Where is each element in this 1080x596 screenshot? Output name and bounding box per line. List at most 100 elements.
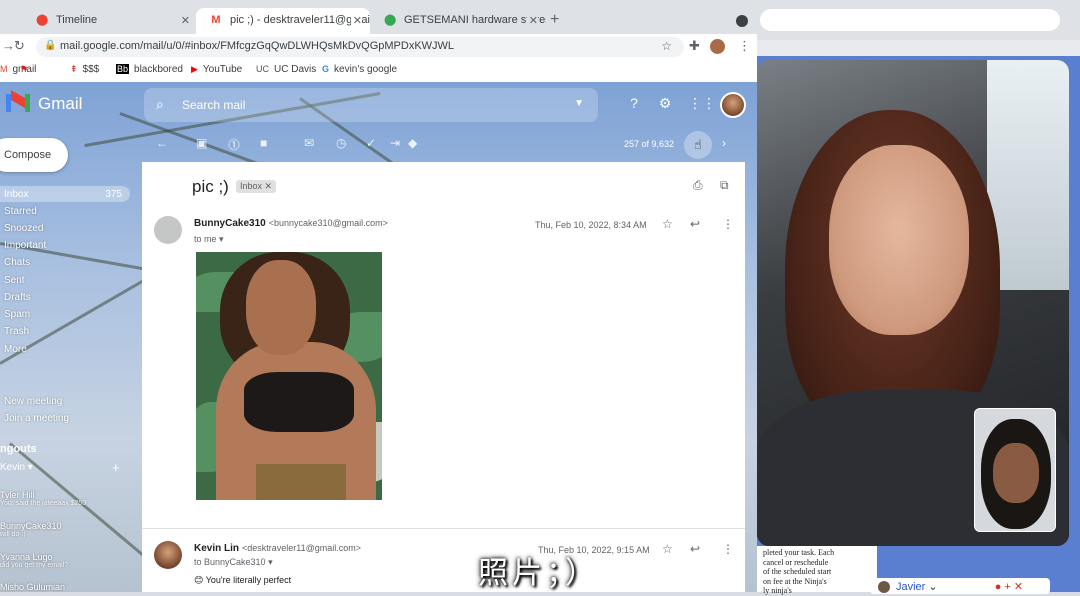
hangouts-contact[interactable]: Misho Gulumian (0, 582, 65, 592)
add-task-icon[interactable]: ✓ (366, 136, 376, 150)
video-call-self-view[interactable] (974, 408, 1056, 532)
add-contact-icon[interactable]: + (112, 460, 120, 475)
gmail-header: Gmail ⌕ Search mail ▼ ? ⚙ ⋮⋮⋮ (0, 82, 757, 126)
video-subtitle: 照片；） (478, 556, 599, 591)
close-icon[interactable]: ✕ (181, 14, 190, 27)
hangouts-contact[interactable]: Yvanna Lugo did you get my email? (0, 552, 68, 569)
window-control-icon[interactable] (736, 15, 748, 27)
record-icon[interactable]: ● (995, 581, 1002, 593)
nav-item-spam[interactable]: Spam (4, 309, 30, 320)
lock-icon: 🔒 (44, 40, 57, 51)
hangouts-user[interactable]: Kevin ▾ + (0, 460, 120, 475)
nav-item-more[interactable]: More (4, 344, 27, 355)
more-vertical-icon[interactable]: ⋮ (722, 217, 734, 231)
unread-count: 375 (105, 189, 122, 200)
search-input[interactable]: ⌕ Search mail ▼ (144, 88, 598, 122)
reply-icon[interactable]: ↩ (690, 217, 700, 231)
mark-unread-icon[interactable]: ✉ (304, 136, 314, 150)
print-icon[interactable]: ⎙ (693, 178, 703, 193)
tab-gmail[interactable]: M pic ;) - desktraveler11@gmail.com ✕ (196, 8, 370, 34)
star-icon[interactable]: ☆ (662, 542, 673, 556)
caller-face (829, 145, 969, 335)
background-omnibox[interactable] (760, 9, 1060, 31)
contact-preview: You: said the jateeaax $250 (0, 500, 87, 507)
account-avatar[interactable] (720, 92, 746, 118)
report-spam-icon[interactable]: ⓵ (228, 136, 240, 153)
new-meeting-link[interactable]: New meeting (4, 396, 62, 407)
self-face (993, 443, 1039, 503)
address-bar[interactable]: 🔒 mail.google.com/mail/u/0/#inbox/FMfcgz… (36, 37, 684, 57)
close-icon[interactable]: ✕ (350, 14, 362, 27)
new-tab-icon[interactable]: + (550, 11, 559, 29)
open-new-window-icon[interactable]: ⧉ (720, 178, 729, 193)
label-icon[interactable]: ◆ (408, 136, 417, 150)
gmail-logo[interactable]: Gmail (6, 89, 83, 114)
settings-gear-icon[interactable]: ⚙ (656, 94, 674, 112)
snooze-icon[interactable]: ◷ (336, 136, 346, 150)
nav-item-chats[interactable]: Chats (4, 257, 30, 268)
bookmark-star-icon[interactable]: ☆ (661, 39, 672, 53)
recipient-toggle[interactable]: to me ▾ (194, 234, 224, 245)
recipient-toggle[interactable]: to BunnyCake310 ▾ (194, 557, 273, 568)
youtube-icon: ▶ (191, 64, 198, 74)
sender-name[interactable]: BunnyCake310 <bunnycake310@gmail.com> (194, 218, 388, 229)
delete-icon[interactable]: ■ (260, 136, 267, 150)
sender-display-name: BunnyCake310 (194, 218, 266, 229)
star-icon[interactable]: ☆ (662, 217, 673, 231)
profile-avatar[interactable] (710, 39, 725, 54)
compose-button[interactable]: Compose (0, 138, 68, 172)
help-icon[interactable]: ? (625, 94, 643, 112)
attached-photo[interactable] (196, 252, 382, 500)
hangouts-contact[interactable]: Tyler Hill You: said the jateeaax $250 (0, 490, 86, 507)
hangouts-contact[interactable]: BunnyCake310 will do :) (0, 521, 62, 538)
search-options-icon[interactable]: ▼ (574, 98, 584, 109)
add-icon[interactable]: + (1004, 581, 1010, 593)
join-meeting-link[interactable]: Join a meeting (4, 413, 69, 424)
contact-avatar (878, 581, 890, 594)
reply-icon[interactable]: ↩ (690, 542, 700, 556)
bookmark-label: UC Davis (274, 64, 317, 75)
tab-getsemani[interactable]: ⬤ GETSEMANI hardware stores ✕ (370, 8, 546, 34)
older-arrow-icon[interactable]: › (722, 136, 726, 150)
nav-item-inbox[interactable]: Inbox 375 (0, 186, 130, 202)
photo-top (244, 372, 354, 432)
more-vertical-icon[interactable]: ⋮ (722, 542, 734, 556)
nav-item-snoozed[interactable]: Snoozed (4, 223, 43, 234)
bookmark-ucdavis[interactable]: UC UC Davis (256, 64, 316, 75)
doc-line: of the scheduled start (763, 567, 832, 576)
move-to-icon[interactable]: ⇥ (390, 136, 400, 150)
bookmark-money-link[interactable]: ⇞ $$$ (70, 64, 99, 75)
tab-label: GETSEMANI hardware stores (404, 14, 546, 26)
inbox-label-chip[interactable]: Inbox ✕ (236, 180, 277, 193)
gmail-wordmark: Gmail (38, 94, 83, 113)
doc-line: ly ninja's (763, 586, 792, 595)
archive-icon[interactable]: ▣ (196, 136, 207, 150)
message-date: Thu, Feb 10, 2022, 8:34 AM (535, 220, 647, 230)
sender-email: <bunnycake310@gmail.com> (268, 218, 388, 228)
bookmark-kevins-google[interactable]: Gkevin's google (322, 64, 397, 75)
nav-item-important[interactable]: Important (4, 240, 46, 251)
bookmark-blackbored[interactable]: Bb blackbored (116, 64, 183, 75)
bookmark-money[interactable]: ⚑ (20, 64, 33, 75)
apps-grid-icon[interactable]: ⋮⋮⋮ (688, 94, 730, 112)
newer-arrow-button[interactable]: ☝ (684, 131, 712, 159)
nav-item-drafts[interactable]: Drafts (4, 292, 31, 303)
tab-timeline[interactable]: ⬤ Timeline ✕ (22, 8, 198, 34)
sender-display-name: Kevin Lin (194, 543, 240, 554)
close-icon[interactable]: ✕ (1014, 581, 1023, 593)
reload-icon[interactable]: ↻ (14, 38, 25, 54)
gmail-m-icon (6, 89, 30, 112)
contact-name: BunnyCake310 (0, 521, 62, 531)
sender-name[interactable]: Kevin Lin <desktraveler11@gmail.com> (194, 543, 361, 554)
extensions-icon[interactable]: ✚ (689, 38, 700, 54)
sender-email: <desktraveler11@gmail.com> (242, 543, 362, 553)
nav-item-starred[interactable]: Starred (4, 206, 37, 217)
search-icon[interactable]: ⌕ (156, 96, 164, 113)
nav-item-trash[interactable]: Trash (4, 326, 29, 337)
close-icon[interactable]: ✕ (526, 14, 538, 27)
back-arrow-icon[interactable]: ← (156, 136, 168, 150)
nav-item-sent[interactable]: Sent (4, 275, 25, 286)
contact-name: Misho Gulumian (0, 582, 66, 592)
more-vertical-icon[interactable]: ⋮ (738, 38, 751, 54)
bookmark-youtube[interactable]: ▶ YouTube (191, 64, 242, 75)
